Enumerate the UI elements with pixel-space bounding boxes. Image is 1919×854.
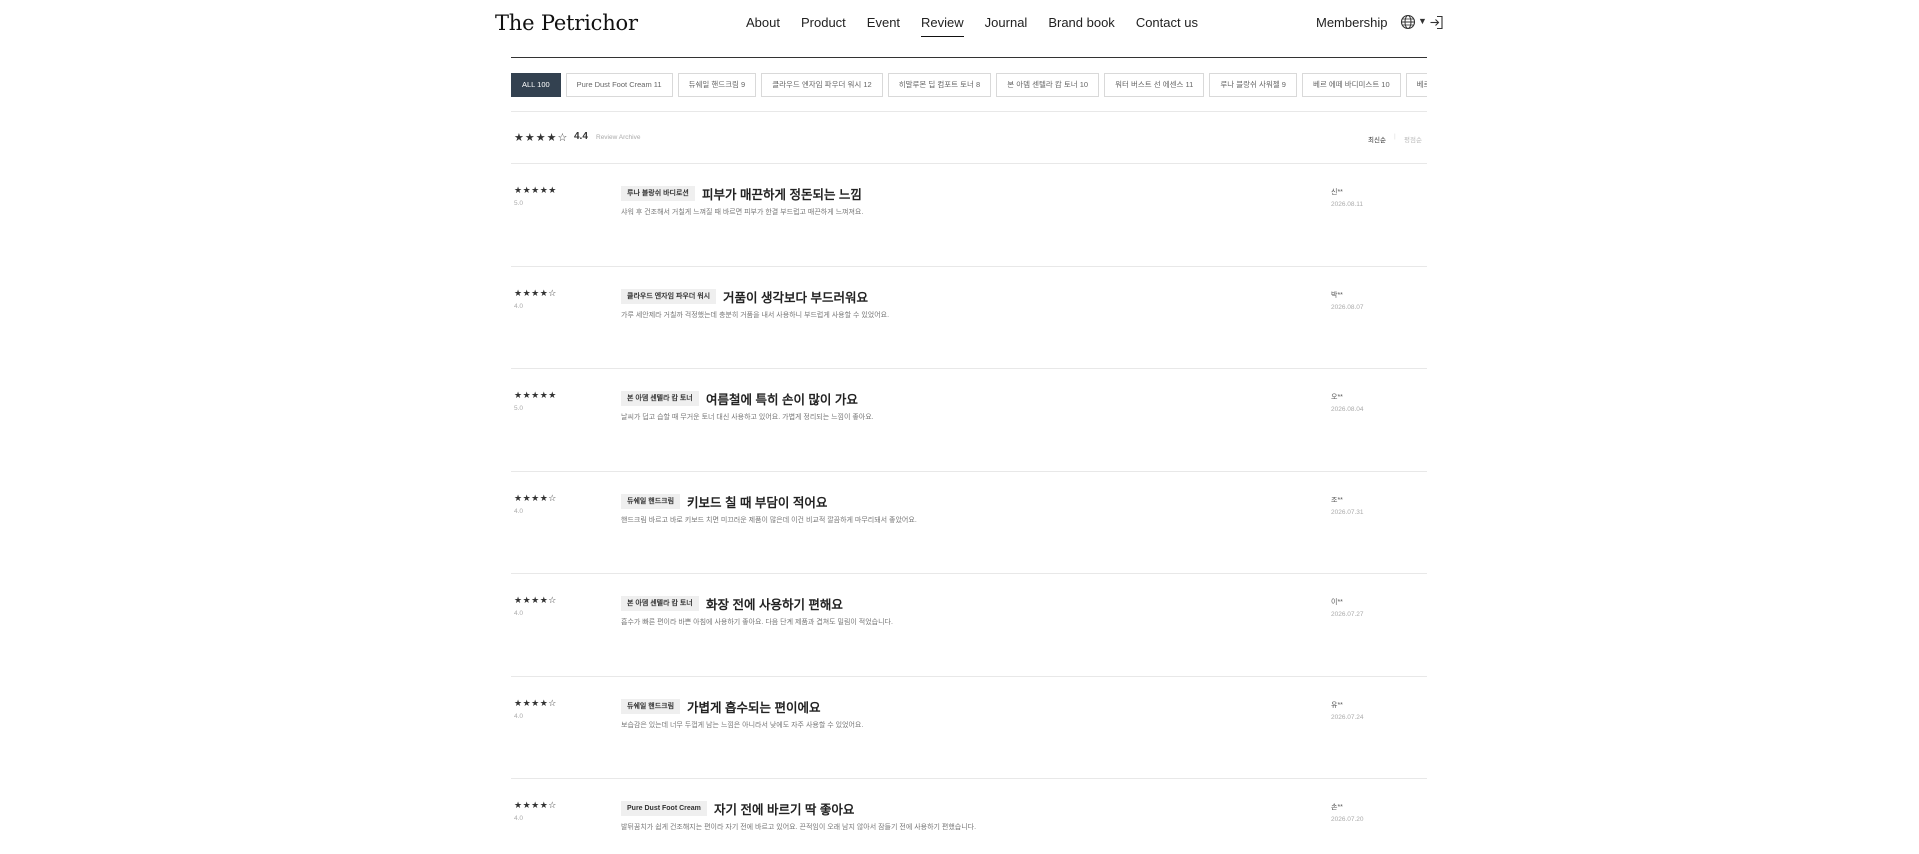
- review-body: 샤워 후 건조해서 거칠게 느껴질 때 바르면 피부가 한결 부드럽고 매끈하게…: [621, 209, 864, 216]
- product-tag[interactable]: 루나 블랑쉬 바디로션: [621, 186, 695, 201]
- review-score: 4.0: [514, 712, 524, 720]
- site-header: The Petrichor About Product Event Review Jou…: [0, 0, 1919, 46]
- review-title[interactable]: 자기 전에 바르기 딱 좋아요: [714, 799, 854, 818]
- review-title[interactable]: 가볍게 흡수되는 편이에요: [687, 697, 820, 716]
- review-archive-label: Review Archive: [596, 134, 641, 141]
- filter-chip[interactable]: Pure Dust Foot Cream 11: [565, 73, 673, 97]
- filter-chip[interactable]: 본 아뎀 센텔라 캄 토너 10: [996, 73, 1100, 97]
- review-stars: ★★★★☆: [514, 287, 557, 298]
- review-item[interactable]: ★★★★☆ 4.0 클라우드 엔자임 파우더 워시 거품이 생각보다 부드러워요가루 …: [511, 267, 1427, 369]
- brand-logo[interactable]: The Petrichor: [495, 11, 638, 35]
- main-nav: About Product Event Review Journal Brand book…: [746, 15, 1219, 37]
- review-item[interactable]: ★★★★★ 5.0 루나 블랑쉬 바디로션 피부가 매끈하게 정돈되는 느낌샤워 후 …: [511, 164, 1427, 266]
- review-body: 핸드크림 바르고 바로 키보드 치면 미끄러운 제품이 많은데 이건 비교적 깔…: [621, 516, 917, 524]
- globe-icon[interactable]: [1400, 14, 1416, 30]
- product-filter-bar: ALL 100 Pure Dust Foot Cream 11 듀쉐일 핸드크림 9…: [511, 73, 1427, 97]
- review-author: 유**: [1331, 701, 1343, 709]
- product-tag[interactable]: 듀쉐일 핸드크림: [621, 493, 681, 509]
- nav-item-journal[interactable]: Journal: [985, 15, 1028, 37]
- review-author: 오**: [1331, 394, 1343, 401]
- product-tag[interactable]: 본 아뎀 센텔라 캄 토너: [621, 596, 699, 611]
- filter-chip[interactable]: ALL 100: [511, 73, 561, 97]
- sort-separator: |: [1394, 133, 1396, 140]
- review-item[interactable]: ★★★★☆ 4.0 듀쉐일 핸드크림 가볍게 흡수되는 편이에요보습감은 있는데 너무…: [511, 677, 1427, 779]
- review-author: 이**: [1331, 599, 1343, 606]
- review-stars: ★★★★☆: [514, 800, 557, 810]
- summary-stars: ★★★★☆: [514, 132, 569, 144]
- sort-latest-button[interactable]: 최신순: [1368, 134, 1386, 144]
- divider: [511, 111, 1427, 112]
- review-title[interactable]: 화장 전에 사용하기 편해요: [706, 594, 843, 613]
- review-score: 5.0: [514, 405, 524, 412]
- filter-chip[interactable]: 히말루몬 딥 컴포트 토너 8: [887, 73, 992, 97]
- filter-chip[interactable]: 워터 버스트 선 에센스 11: [1104, 73, 1205, 97]
- review-item[interactable]: ★★★★☆ 4.0 Pure Dust Foot Cream 자기 전에 바르기 딱 …: [511, 779, 1427, 854]
- review-title[interactable]: 거품이 생각보다 부드러워요: [723, 287, 868, 306]
- nav-item-about[interactable]: About: [746, 15, 780, 37]
- review-score: 4.0: [514, 507, 524, 515]
- product-tag[interactable]: 듀쉐일 핸드크림: [621, 698, 681, 714]
- product-tag[interactable]: Pure Dust Foot Cream: [621, 801, 707, 816]
- review-author: 박**: [1331, 291, 1343, 299]
- review-item[interactable]: ★★★★★ 5.0 본 아뎀 센텔라 캄 토너 여름철에 특히 손이 많이 가요날씨가…: [511, 369, 1427, 471]
- filter-chip[interactable]: 클라우드 엔자임 파우더 워시 12: [761, 73, 883, 97]
- nav-item-product[interactable]: Product: [801, 15, 846, 37]
- nav-item-brand-book[interactable]: Brand book: [1048, 15, 1115, 37]
- review-title[interactable]: 키보드 칠 때 부담이 적어요: [687, 492, 827, 511]
- login-icon[interactable]: [1429, 15, 1444, 30]
- membership-link[interactable]: Membership: [1316, 15, 1388, 30]
- product-tag[interactable]: 본 아뎀 센텔라 캄 토너: [621, 391, 699, 406]
- review-item[interactable]: ★★★★☆ 4.0 본 아뎀 센텔라 캄 토너 화장 전에 사용하기 편해요흡수가 빠…: [511, 574, 1427, 676]
- review-date: 2026.08.04: [1331, 406, 1364, 413]
- review-body: 발뒤꿈치가 쉽게 건조해지는 편이라 자기 전에 바르고 있어요. 끈적임이 오…: [621, 824, 977, 831]
- review-item[interactable]: ★★★★☆ 4.0 듀쉐일 핸드크림 키보드 칠 때 부담이 적어요핸드크림 바르고 …: [511, 472, 1427, 574]
- review-stars: ★★★★★: [514, 185, 557, 195]
- nav-item-contact-us[interactable]: Contact us: [1136, 15, 1198, 37]
- review-stars: ★★★★☆: [514, 595, 557, 605]
- review-date: 2026.08.07: [1331, 303, 1364, 311]
- review-body: 날씨가 덥고 습할 때 무거운 토너 대신 사용하고 있어요. 가볍게 정리되는…: [621, 414, 874, 421]
- review-date: 2026.07.31: [1331, 508, 1364, 516]
- review-date: 2026.07.24: [1331, 713, 1364, 721]
- review-body: 흡수가 빠른 편이라 바쁜 아침에 사용하기 좋아요. 다음 단계 제품과 겹쳐…: [621, 619, 893, 626]
- product-tag[interactable]: 클라우드 엔자임 파우더 워시: [621, 288, 717, 304]
- filter-chip[interactable]: 베르 에떼 바디미스트 10: [1301, 73, 1401, 97]
- review-author: 신**: [1331, 189, 1343, 196]
- filter-chip[interactable]: 루나 블랑쉬 사워젤 9: [1209, 73, 1297, 97]
- filter-chip[interactable]: 듀쉐일 핸드크림 9: [677, 73, 757, 97]
- header-divider: [511, 57, 1427, 58]
- filter-chip[interactable]: 베르 에떼 샤워젤 8: [1405, 73, 1427, 97]
- chevron-down-icon[interactable]: ▼: [1418, 16, 1427, 26]
- review-score: 4.0: [514, 302, 524, 310]
- review-stars: ★★★★☆: [514, 697, 557, 708]
- review-body: 보습감은 있는데 너무 두껍게 남는 느낌은 아니라서 낮에도 자주 사용할 수…: [621, 721, 864, 729]
- review-score: 5.0: [514, 200, 524, 207]
- review-date: 2026.08.11: [1331, 201, 1364, 208]
- nav-item-event[interactable]: Event: [867, 15, 900, 37]
- review-score: 4.0: [514, 815, 524, 822]
- nav-item-review[interactable]: Review: [921, 15, 964, 37]
- review-stars: ★★★★☆: [514, 492, 557, 503]
- review-score: 4.0: [514, 610, 524, 617]
- review-author: 손**: [1331, 804, 1343, 811]
- review-title[interactable]: 여름철에 특히 손이 많이 가요: [706, 389, 858, 408]
- sort-rating-button[interactable]: 평점순: [1404, 134, 1422, 144]
- summary-score: 4.4: [574, 131, 588, 142]
- review-stars: ★★★★★: [514, 390, 557, 400]
- review-author: 조**: [1331, 496, 1343, 504]
- review-body: 가루 세안제라 거칠까 걱정했는데 충분히 거품을 내서 사용하니 부드럽게 사…: [621, 311, 890, 319]
- review-date: 2026.07.20: [1331, 816, 1364, 823]
- review-title[interactable]: 피부가 매끈하게 정돈되는 느낌: [702, 184, 862, 203]
- review-date: 2026.07.27: [1331, 611, 1364, 618]
